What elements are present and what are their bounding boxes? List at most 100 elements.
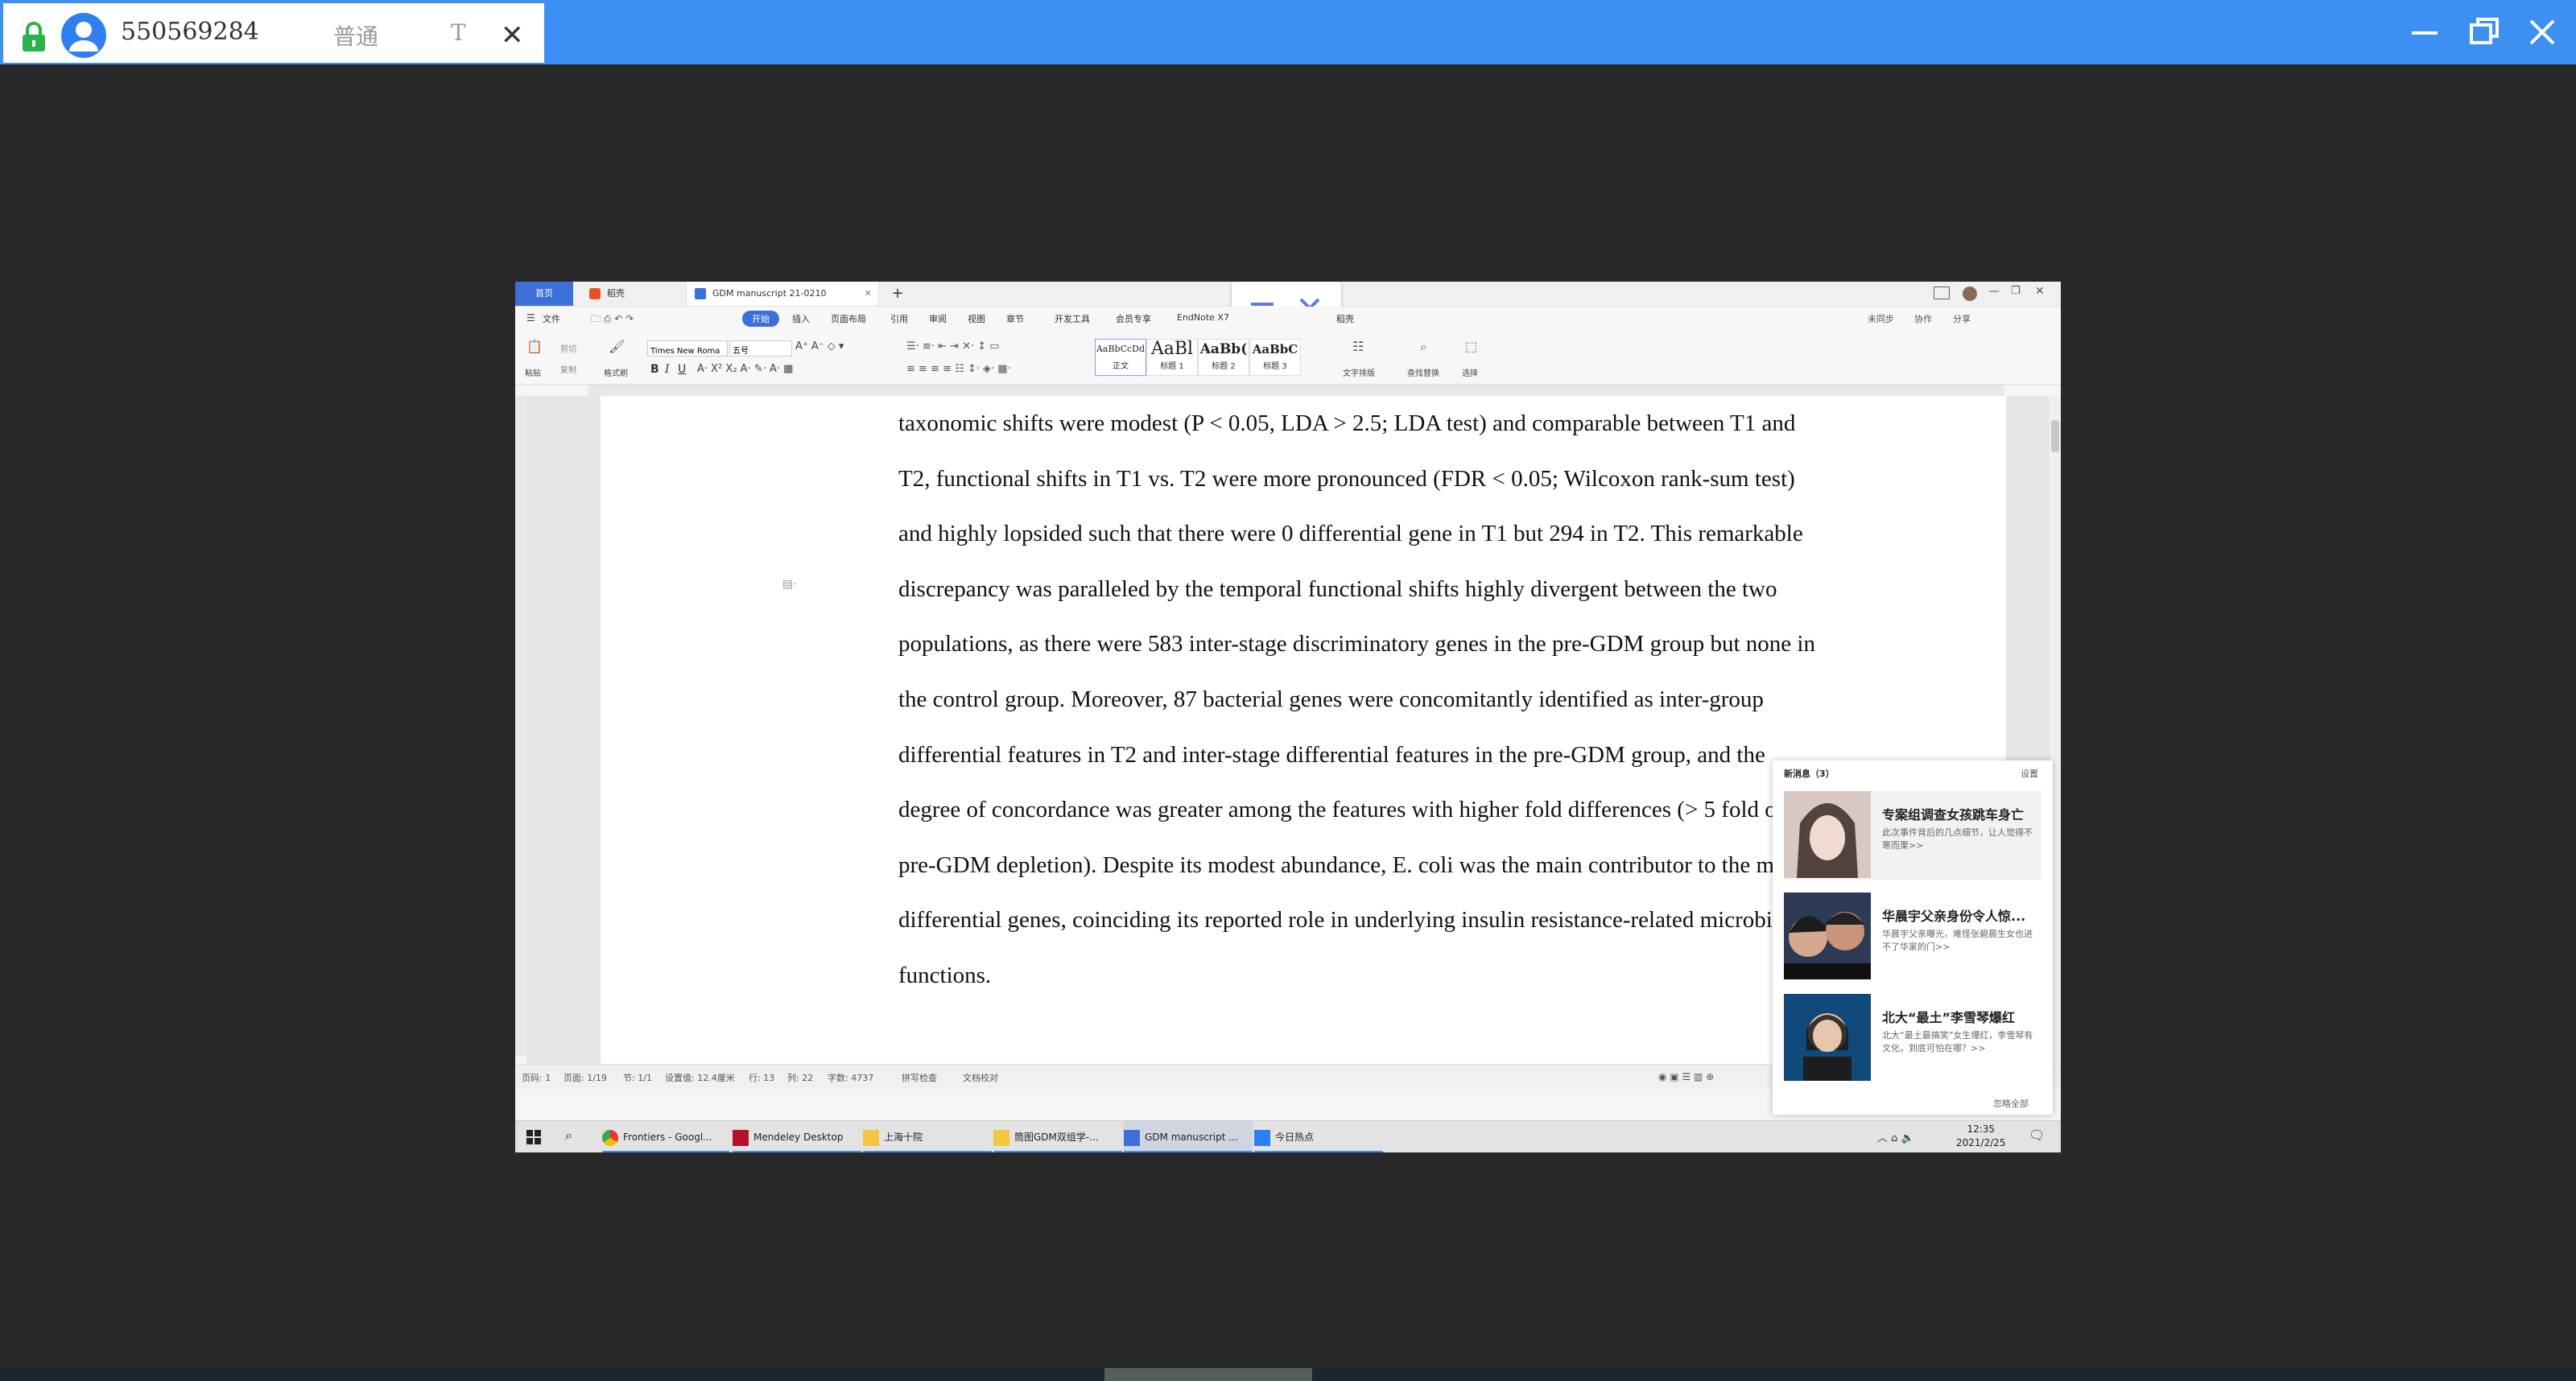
tab-document-label: GDM manuscript 21-0210 — [712, 288, 827, 299]
menu-references[interactable]: 引用 — [890, 312, 908, 325]
taskbar-folder-2[interactable]: 筒图GDM双组学-... — [993, 1121, 1122, 1152]
status-words[interactable]: 字数: 4737 — [828, 1071, 873, 1084]
font-name-select[interactable]: Times New Roma — [647, 340, 728, 357]
status-proof[interactable]: 文档校对 — [963, 1071, 998, 1084]
paragraph-marker-icon[interactable]: ▤· — [782, 578, 797, 591]
viewer-scroll-thumb[interactable] — [1104, 1368, 1312, 1381]
session-tab[interactable]: 550569284 普通 T ✕ — [3, 3, 544, 63]
taskbar-news[interactable]: 今日热点 — [1254, 1121, 1383, 1152]
style-heading-2-name: 标题 2 — [1212, 362, 1236, 371]
doc-line: and highly lopsided such that there were… — [898, 521, 1803, 547]
menu-docer[interactable]: 稻壳 — [1336, 312, 1354, 325]
paste-icon[interactable]: 📋 — [526, 339, 543, 354]
style-heading-3[interactable]: AaBbC 标题 3 — [1249, 339, 1301, 376]
menu-view[interactable]: 视图 — [968, 312, 985, 325]
style-heading-2[interactable]: AaBb( 标题 2 — [1198, 339, 1249, 376]
status-pages[interactable]: 页面: 1/19 — [564, 1071, 607, 1084]
align-icons[interactable]: ≡ ≡ ≡ ≡ ☷ ↕· ◈· ▦· — [906, 363, 1011, 375]
status-col[interactable]: 列: 22 — [787, 1071, 813, 1084]
tab-home[interactable]: 首页 — [515, 282, 573, 306]
close-icon[interactable] — [2520, 10, 2565, 55]
restore-icon[interactable] — [2462, 10, 2507, 55]
select-label[interactable]: 选择 — [1462, 366, 1478, 378]
add-tab-button[interactable]: + — [887, 282, 908, 306]
wps-close-icon[interactable]: ✕ — [2035, 285, 2045, 298]
minimize-icon[interactable] — [2402, 10, 2447, 55]
wps-restore-icon[interactable]: ❐ — [2011, 285, 2021, 297]
vertical-ruler[interactable] — [515, 396, 526, 1056]
taskbar-folder-1-label: 上海十院 — [884, 1132, 923, 1143]
news-item[interactable]: 华晨宇父亲身份令人惊... 华晨宇父亲曝光，难怪张碧晨生女也进不了华家的门>> — [1784, 892, 2041, 981]
tab-docer[interactable]: 稻壳 — [580, 282, 676, 306]
copy-button[interactable]: 复制 — [560, 363, 576, 375]
find-icon[interactable]: ⌕ — [1420, 339, 1427, 355]
menu-chapter[interactable]: 章节 — [1006, 312, 1024, 325]
italic-icon[interactable]: I — [665, 363, 670, 376]
taskbar-folder-1[interactable]: 上海十院 — [863, 1121, 992, 1152]
remote-desktop[interactable]: 首页 稻壳 GDM manuscript 21-0210 ✕ + — ❐ ✕ ☰… — [515, 282, 2061, 1152]
select-icon[interactable]: ⬚ — [1465, 339, 1477, 354]
paste-label[interactable]: 粘贴 — [525, 366, 541, 378]
status-spell[interactable]: 拼写检查 — [902, 1071, 937, 1084]
tab-close-icon[interactable]: ✕ — [865, 282, 872, 306]
tab-document[interactable]: GDM manuscript 21-0210 ✕ — [686, 282, 879, 306]
news-item[interactable]: 专案组调查女孩跳车身亡 此次事件背后的几点细节，让人觉得不寒而栗>> — [1784, 791, 2041, 880]
horizontal-ruler[interactable] — [588, 385, 2004, 397]
layout-icon[interactable] — [1934, 287, 1950, 299]
view-mode-icons[interactable]: ◉ ▣ ☰ ▥ ⊕ — [1658, 1071, 1714, 1082]
menu-review[interactable]: 审阅 — [929, 312, 947, 325]
document-scroll-thumb[interactable] — [2051, 420, 2059, 452]
menu-insert[interactable]: 插入 — [792, 312, 810, 325]
news-thumbnail — [1784, 994, 1871, 1081]
session-mode[interactable]: 普通 — [333, 19, 378, 52]
hamburger-icon[interactable]: ☰ — [526, 312, 535, 324]
tray-icons[interactable]: ︿ ⌂ 🔈 — [1877, 1129, 1914, 1144]
wps-minimize-icon[interactable]: — — [1988, 285, 2000, 298]
clock[interactable]: 12:35 2021/2/25 — [1956, 1123, 2006, 1150]
font-size-select[interactable]: 五号 — [729, 340, 792, 357]
menu-developer[interactable]: 开发工具 — [1055, 312, 1090, 325]
collapse-icon[interactable] — [1251, 303, 1274, 306]
font-grow-shrink-icons[interactable]: A⁺ A⁻ ◇ ▾ — [795, 340, 844, 352]
search-icon[interactable]: ⌕ — [565, 1127, 572, 1144]
news-popup[interactable]: 新消息（3） 设置 专案组调查女孩跳车身亡 此次事件背后的几点细节，让人觉得不寒… — [1773, 761, 2053, 1115]
status-page[interactable]: 页码: 1 — [522, 1071, 551, 1084]
notification-icon[interactable]: 🗨 — [2029, 1127, 2045, 1143]
status-setting[interactable]: 设置值: 12.4厘米 — [665, 1071, 735, 1084]
menu-member[interactable]: 会员专享 — [1116, 312, 1151, 325]
font-size-value: 五号 — [733, 347, 749, 356]
menu-endnote[interactable]: EndNote X7 — [1177, 312, 1229, 323]
news-item[interactable]: 北大“最土”李雪琴爆红 北大“最土最搞笑”女生爆红，李雪琴有文化，到底可怕在哪？… — [1784, 994, 2041, 1082]
share-button[interactable]: 分享 — [1953, 312, 1971, 325]
text-mode-toggle[interactable]: T — [451, 19, 466, 46]
text-effect-icons[interactable]: A· X² X₂ A· ✎· A· ▦ — [697, 363, 793, 375]
text-layout-label[interactable]: 文字排版 — [1343, 366, 1375, 378]
format-painter-icon[interactable]: 🖌 — [609, 339, 625, 354]
menu-file[interactable]: 文件 — [543, 312, 560, 325]
taskbar-mendeley[interactable]: Mendeley Desktop — [733, 1121, 861, 1152]
ignore-all-link[interactable]: 忽略全部 — [1993, 1097, 2029, 1110]
style-heading-1[interactable]: AaBl 标题 1 — [1146, 339, 1198, 376]
taskbar-chrome[interactable]: Frontiers - Googl... — [602, 1121, 729, 1152]
close-session-button[interactable]: ✕ — [501, 19, 524, 52]
cut-button[interactable]: 剪切 — [560, 342, 576, 354]
news-settings-link[interactable]: 设置 — [2021, 767, 2038, 780]
sync-status[interactable]: 未同步 — [1868, 312, 1894, 325]
list-icons[interactable]: ☰· ≡· ⇤ ⇥ ✕· ↕ ▭ — [906, 340, 1000, 352]
menu-page-layout[interactable]: 页面布局 — [831, 312, 866, 325]
quick-access-icons[interactable]: 🗀 ⎙ ↶ ↷ — [591, 311, 634, 328]
collaborate-button[interactable]: 协作 — [1914, 312, 1932, 325]
format-painter-label[interactable]: 格式刷 — [604, 366, 628, 378]
find-replace-label[interactable]: 查找替换 — [1407, 366, 1439, 378]
style-normal[interactable]: AaBbCcDd 正文 — [1095, 339, 1146, 376]
taskbar-wps-document[interactable]: GDM manuscript ... — [1124, 1121, 1253, 1152]
underline-icon[interactable]: U — [678, 363, 686, 376]
status-row[interactable]: 行: 13 — [749, 1071, 774, 1084]
news-title: 北大“最土”李雪琴爆红 — [1882, 1010, 2016, 1025]
menu-start[interactable]: 开始 — [742, 311, 779, 327]
text-layout-icon[interactable]: ☷ — [1352, 339, 1364, 354]
user-avatar[interactable] — [1963, 287, 1977, 301]
status-section[interactable]: 节: 1/1 — [623, 1071, 652, 1084]
bold-icon[interactable]: B — [650, 363, 659, 376]
windows-start-icon[interactable] — [526, 1130, 541, 1144]
